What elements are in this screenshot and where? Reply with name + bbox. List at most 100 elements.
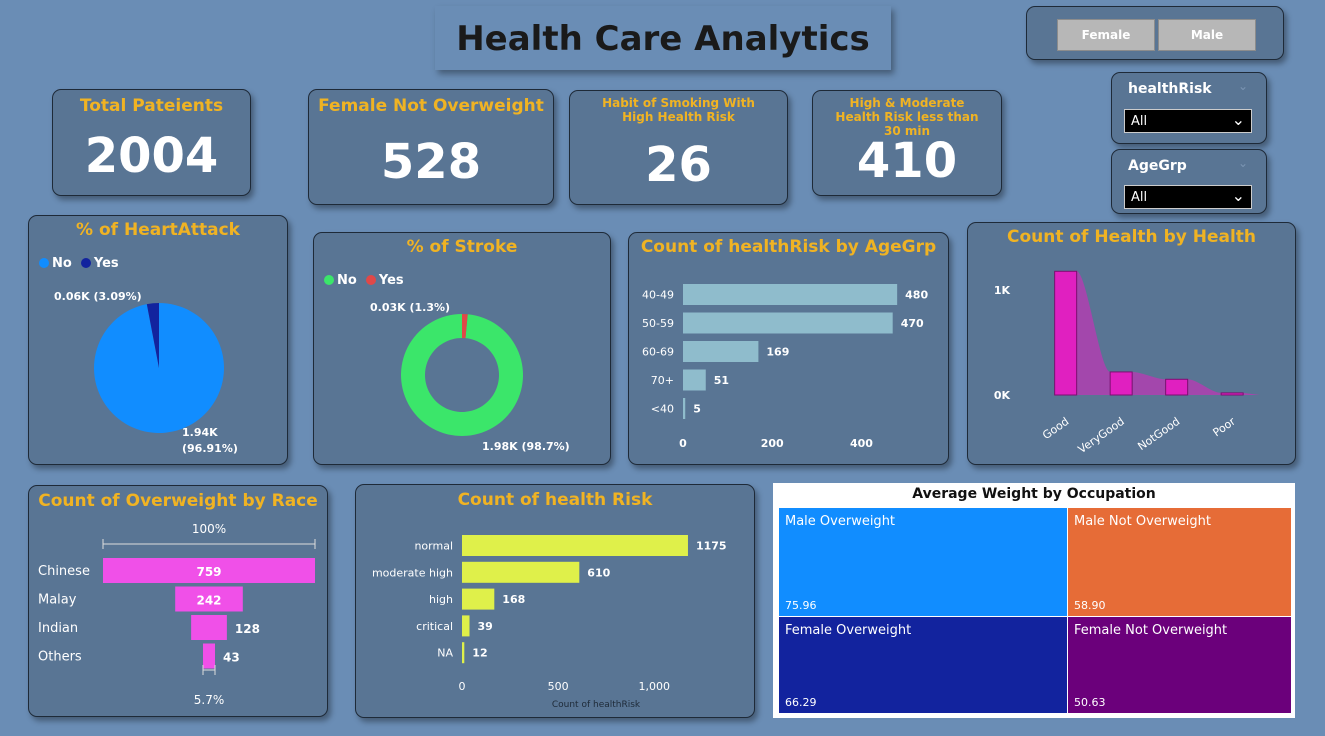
kpi-smoking-high-risk: Habit of Smoking With High Health Risk 2… [569,90,788,205]
bar [683,284,898,305]
data-label: 5 [693,403,701,416]
x-tick-label: 0 [459,680,466,693]
kpi-high-moderate-risk: High & Moderate Health Risk less than 30… [812,90,1002,196]
bar [683,312,893,334]
female-button[interactable]: Female [1057,19,1155,51]
kpi-value: 528 [380,134,482,190]
dashboard-title-box: Health Care Analytics [435,6,891,70]
agegrp-slicer: AgeGrp ⌄ All ⌄ [1111,149,1267,214]
heartattack-card: % of HeartAttack No Yes 0.06K (3.09%) 1.9… [28,215,288,465]
gender-slicer: Female Male [1026,6,1284,60]
chevron-down-icon[interactable]: ⌄ [1238,156,1248,170]
health-card: Count of Health by Health Good VeryGood No… [967,222,1296,465]
data-label: 470 [901,317,924,330]
x-tick-label: 0 [679,437,687,450]
kpi-label: Female Not Overweight [318,96,544,116]
x-tick-label: 500 [548,680,569,693]
bar [683,398,686,419]
chevron-down-icon: ⌄ [1231,110,1245,129]
bar [462,642,465,664]
treemap-cell-value: 75.96 [785,599,817,612]
data-label: 168 [502,593,525,606]
data-label-no-pct: (96.91%) [182,442,238,455]
kpi-total-patients: Total Pateients 2004 [52,89,251,196]
bar [462,535,688,556]
treemap-cell: Male Overweight 75.96 [779,508,1067,616]
treemap: Male Overweight 75.96 Male Not Overweight 5… [779,508,1291,713]
data-label: 610 [587,566,610,579]
column [1054,270,1078,396]
y-tick-label: 50-59 [642,317,674,330]
x-tick-label: Good [1040,415,1071,442]
agegrp-card: Count of healthRisk by AgeGrp 40-49 480 50… [628,232,949,465]
treemap-cell: Female Not Overweight 50.63 [1068,617,1291,713]
x-tick-label: 200 [761,437,784,450]
bar [683,369,706,391]
agegrp-dropdown[interactable]: All ⌄ [1124,185,1252,209]
x-tick-label: NotGood [1135,415,1182,453]
chart-title: Average Weight by Occupation [912,486,1156,502]
health-chart: Good VeryGood NotGood Poor 0K 1K [994,270,1260,456]
category-label: Malay [38,593,77,608]
kpi-female-not-overweight: Female Not Overweight 528 [308,89,554,205]
category-label: Indian [38,621,78,636]
data-label-no: 1.94K [182,426,218,439]
data-label: 51 [714,374,729,387]
data-label: 242 [196,594,221,608]
area-band [1054,271,1260,395]
x-tick-label: 1,000 [639,680,671,693]
x-axis-label: Count of healthRisk [552,700,641,710]
data-label: 12 [472,647,487,660]
column [1165,378,1189,396]
y-tick-label: high [429,593,453,606]
x-tick-label: 400 [850,437,873,450]
data-label-yes: 0.03K (1.3%) [370,301,450,314]
race-card: Count of Overweight by Race 100% Chinese 7… [28,485,328,717]
data-label: 480 [905,289,928,302]
healthrisk-slicer-label: healthRisk [1128,81,1212,97]
x-tick-label: VeryGood [1076,415,1127,456]
healthrisk-dropdown-value: All [1131,114,1148,129]
bottom-percent-label: 5.7% [194,693,225,707]
y-tick-label: 40-49 [642,289,674,302]
chevron-down-icon: ⌄ [1231,186,1245,205]
y-tick-label: 60-69 [642,346,674,359]
chevron-down-icon[interactable]: ⌄ [1238,79,1248,93]
male-button[interactable]: Male [1158,19,1256,51]
agegrp-chart: 40-49 480 50-59 470 60-69 169 70+ 51 <40 5 0 200 400 [642,284,928,450]
data-label-yes: 0.06K (3.09%) [54,290,142,303]
kpi-value: 2004 [84,128,219,184]
data-label: 759 [196,565,221,579]
bar [462,615,470,637]
data-label-no: 1.98K (98.7%) [482,440,570,453]
y-tick-label: normal [414,540,453,553]
treemap-cell-name: Male Overweight [785,514,896,529]
weight-card: Average Weight by Occupation Male Overwe… [773,483,1295,718]
bar [683,341,759,362]
treemap-cell-value: 66.29 [785,696,817,709]
heartattack-chart: 0.06K (3.09%) 1.94K (96.91%) [54,290,238,455]
top-percent-label: 100% [192,522,226,536]
x-tick-label: Poor [1211,415,1239,440]
agegrp-dropdown-value: All [1131,190,1148,205]
treemap-cell-name: Male Not Overweight [1074,514,1211,529]
healthrisk-dropdown[interactable]: All ⌄ [1124,109,1252,133]
data-label: 1175 [696,540,727,553]
kpi-label: Total Pateients [79,96,224,116]
y-tick-label: 1K [994,284,1011,297]
agegrp-slicer-label: AgeGrp [1128,158,1187,174]
category-label: Others [38,650,82,665]
treemap-cell: Female Overweight 66.29 [779,617,1067,713]
treemap-cell-name: Female Overweight [785,623,912,638]
data-label: 43 [223,651,240,665]
bar [462,588,495,610]
data-label: 169 [766,346,789,359]
stroke-card: % of Stroke No Yes 0.03K (1.3%) 1.98K (98… [313,232,611,465]
treemap-cell-value: 50.63 [1074,696,1106,709]
y-tick-label: critical [416,620,453,633]
pie-slice-no [94,303,225,433]
treemap-cell-name: Female Not Overweight [1074,623,1228,638]
category-label: Chinese [38,564,90,579]
y-tick-label: NA [437,647,453,660]
risk-chart: normal 1175 moderate high 610 high 168 critica… [372,535,727,710]
